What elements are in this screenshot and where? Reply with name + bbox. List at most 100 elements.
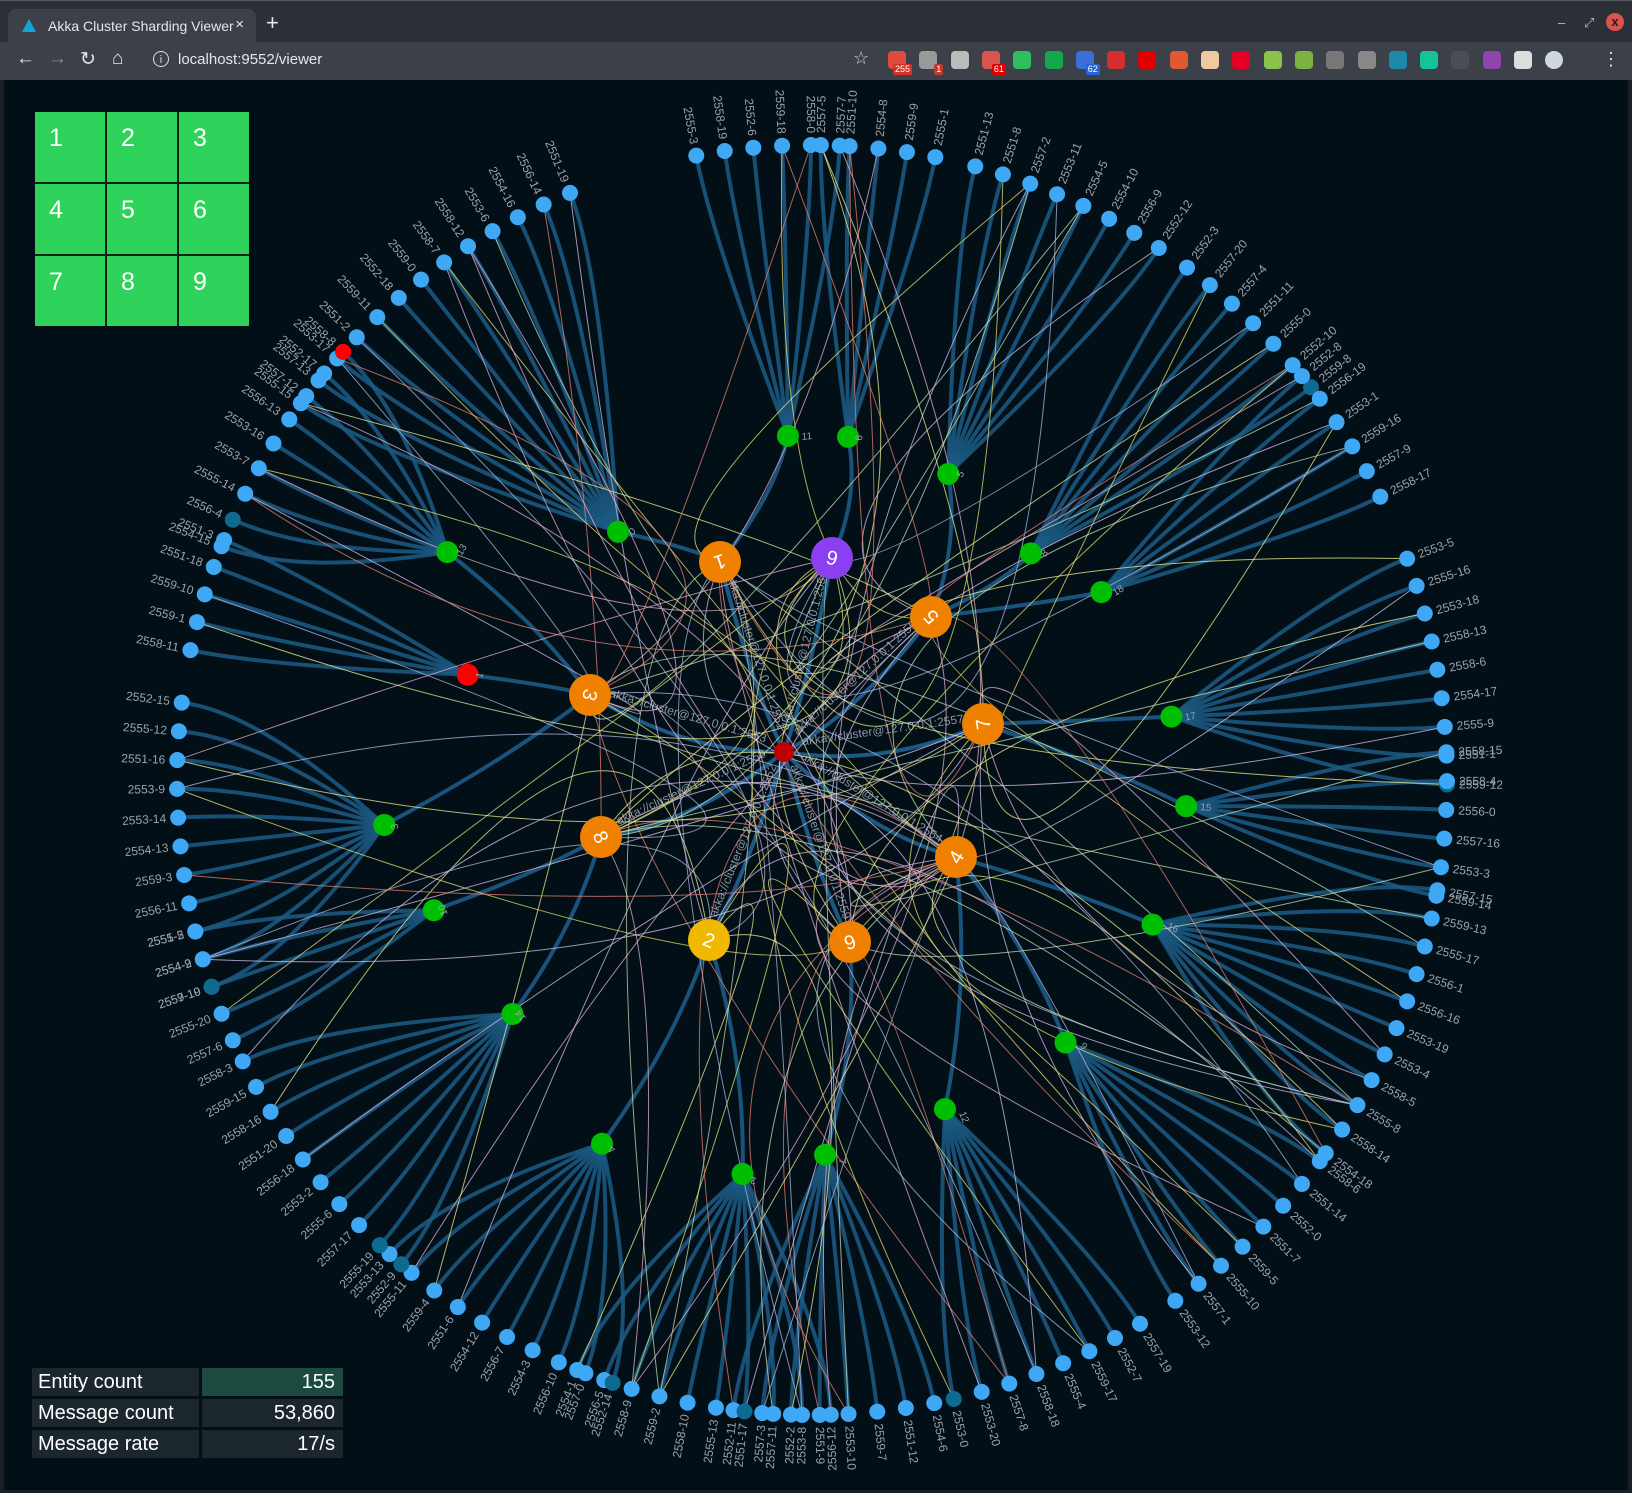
leaf-ext-icon[interactable] — [1044, 51, 1063, 69]
close-window-button[interactable]: x — [1606, 13, 1624, 31]
entity-node[interactable] — [182, 642, 199, 659]
cluster-root-node[interactable] — [774, 742, 794, 762]
entity-node[interactable] — [173, 694, 190, 711]
entity-node[interactable] — [535, 196, 552, 213]
entity-node[interactable] — [1223, 295, 1240, 312]
entity-node[interactable] — [312, 1174, 329, 1191]
entity-node[interactable] — [1344, 438, 1361, 455]
entity-node[interactable] — [224, 1032, 241, 1049]
entity-node[interactable] — [897, 1400, 914, 1417]
entity-node[interactable] — [1334, 1121, 1351, 1138]
entity-node[interactable] — [371, 1237, 388, 1254]
tasks-ext-icon[interactable]: 62 — [1075, 51, 1100, 75]
entity-node[interactable] — [1245, 315, 1262, 332]
entity-node[interactable] — [1423, 910, 1440, 927]
entity-node[interactable] — [1372, 488, 1389, 505]
shard-node-18[interactable] — [1090, 581, 1113, 604]
maximize-button[interactable]: ⤢ — [1584, 15, 1594, 31]
shard-node-0[interactable] — [607, 520, 630, 543]
grid-cell-2[interactable]: 2 — [107, 112, 177, 182]
entity-node[interactable] — [869, 1403, 886, 1420]
entity-node[interactable] — [1376, 1046, 1393, 1063]
entity-node[interactable] — [1423, 633, 1440, 650]
entity-node[interactable] — [707, 1399, 724, 1416]
grid-cell-6[interactable]: 6 — [179, 184, 249, 254]
entity-node[interactable] — [499, 1328, 516, 1345]
shard-node-7[interactable] — [814, 1143, 837, 1166]
entity-node[interactable] — [436, 254, 453, 271]
stack-ext-icon[interactable]: 61 — [981, 51, 1006, 75]
ring-ext-icon[interactable] — [1326, 51, 1345, 69]
entity-node[interactable] — [351, 1217, 368, 1234]
grid-cell-4[interactable]: 4 — [35, 184, 105, 254]
leek-ext-icon[interactable] — [1263, 51, 1282, 69]
entity-node[interactable] — [181, 895, 198, 912]
entity-node[interactable] — [1275, 1197, 1292, 1214]
entity-node[interactable] — [1438, 773, 1455, 790]
address-bar[interactable]: localhost:9552/viewer — [178, 51, 322, 68]
entity-node[interactable] — [224, 511, 241, 528]
entity-node[interactable] — [169, 780, 186, 797]
grid-cell-5[interactable]: 5 — [107, 184, 177, 254]
shard-node-9[interactable] — [1054, 1031, 1077, 1054]
entity-node[interactable] — [250, 460, 267, 477]
entity-node[interactable] — [524, 1342, 541, 1359]
entity-node[interactable] — [765, 1405, 782, 1422]
duckduckgo-ext-icon[interactable] — [1169, 51, 1188, 69]
opera-ext-icon[interactable]: 1 — [919, 51, 944, 75]
entity-node[interactable] — [651, 1388, 668, 1405]
entity-node[interactable] — [1293, 368, 1310, 385]
entity-node[interactable] — [604, 1374, 621, 1391]
entity-node[interactable] — [994, 166, 1011, 183]
entity-node[interactable] — [1150, 240, 1167, 257]
entity-node[interactable] — [945, 1390, 962, 1407]
entity-node[interactable] — [1358, 463, 1375, 480]
entity-node[interactable] — [1081, 1343, 1098, 1360]
evernote-ext-icon[interactable] — [1013, 51, 1032, 69]
entity-node[interactable] — [841, 138, 858, 155]
entity-node[interactable] — [1408, 577, 1425, 594]
entity-node[interactable] — [194, 951, 211, 968]
browser-tab[interactable]: Akka Cluster Sharding Viewer × — [8, 9, 256, 43]
entity-node[interactable] — [679, 1394, 696, 1411]
entity-node[interactable] — [484, 223, 501, 240]
entity-node[interactable] — [348, 329, 365, 346]
entity-node[interactable] — [369, 309, 386, 326]
grid-cell-7[interactable]: 7 — [35, 256, 105, 326]
entity-node[interactable] — [176, 866, 193, 883]
entity-node[interactable] — [774, 137, 791, 154]
shard-node-8[interactable] — [1019, 542, 1042, 565]
entity-node[interactable] — [1255, 1218, 1272, 1235]
entity-node[interactable] — [1363, 1072, 1380, 1089]
pen-ext-icon[interactable] — [1482, 51, 1501, 69]
entity-node[interactable] — [716, 143, 733, 160]
entity-node[interactable] — [169, 752, 186, 769]
entity-node[interactable] — [1265, 335, 1282, 352]
entity-node[interactable] — [172, 838, 189, 855]
adblock-ext-icon[interactable] — [1138, 51, 1157, 69]
entity-node[interactable] — [1438, 801, 1455, 818]
entity-node[interactable] — [213, 538, 230, 555]
entity-node[interactable] — [1436, 718, 1453, 735]
entity-node[interactable] — [237, 485, 254, 502]
back-button[interactable]: ← — [16, 48, 35, 70]
grid-cell-8[interactable]: 8 — [107, 256, 177, 326]
entity-node[interactable] — [278, 1128, 295, 1145]
notion-ext-icon[interactable] — [1388, 51, 1407, 69]
entity-node[interactable] — [1101, 210, 1118, 227]
entity-node[interactable] — [1429, 882, 1446, 899]
entity-node[interactable] — [187, 923, 204, 940]
bookmark-star-icon[interactable]: ☆ — [853, 48, 869, 69]
entity-node[interactable] — [1388, 1020, 1405, 1037]
mail-ext-icon[interactable] — [1107, 51, 1126, 69]
pinterest-ext-icon[interactable] — [1232, 51, 1251, 69]
grid-cell-3[interactable]: 3 — [179, 112, 249, 182]
entity-node[interactable] — [1349, 1097, 1366, 1114]
grammarly-ext-icon[interactable] — [1420, 51, 1439, 69]
new-tab-button[interactable]: + — [266, 12, 279, 34]
grid-cell-9[interactable]: 9 — [179, 256, 249, 326]
entity-node[interactable] — [1001, 1375, 1018, 1392]
entity-node[interactable] — [1399, 993, 1416, 1010]
entity-node[interactable] — [1022, 175, 1039, 192]
entity-node[interactable] — [1433, 690, 1450, 707]
